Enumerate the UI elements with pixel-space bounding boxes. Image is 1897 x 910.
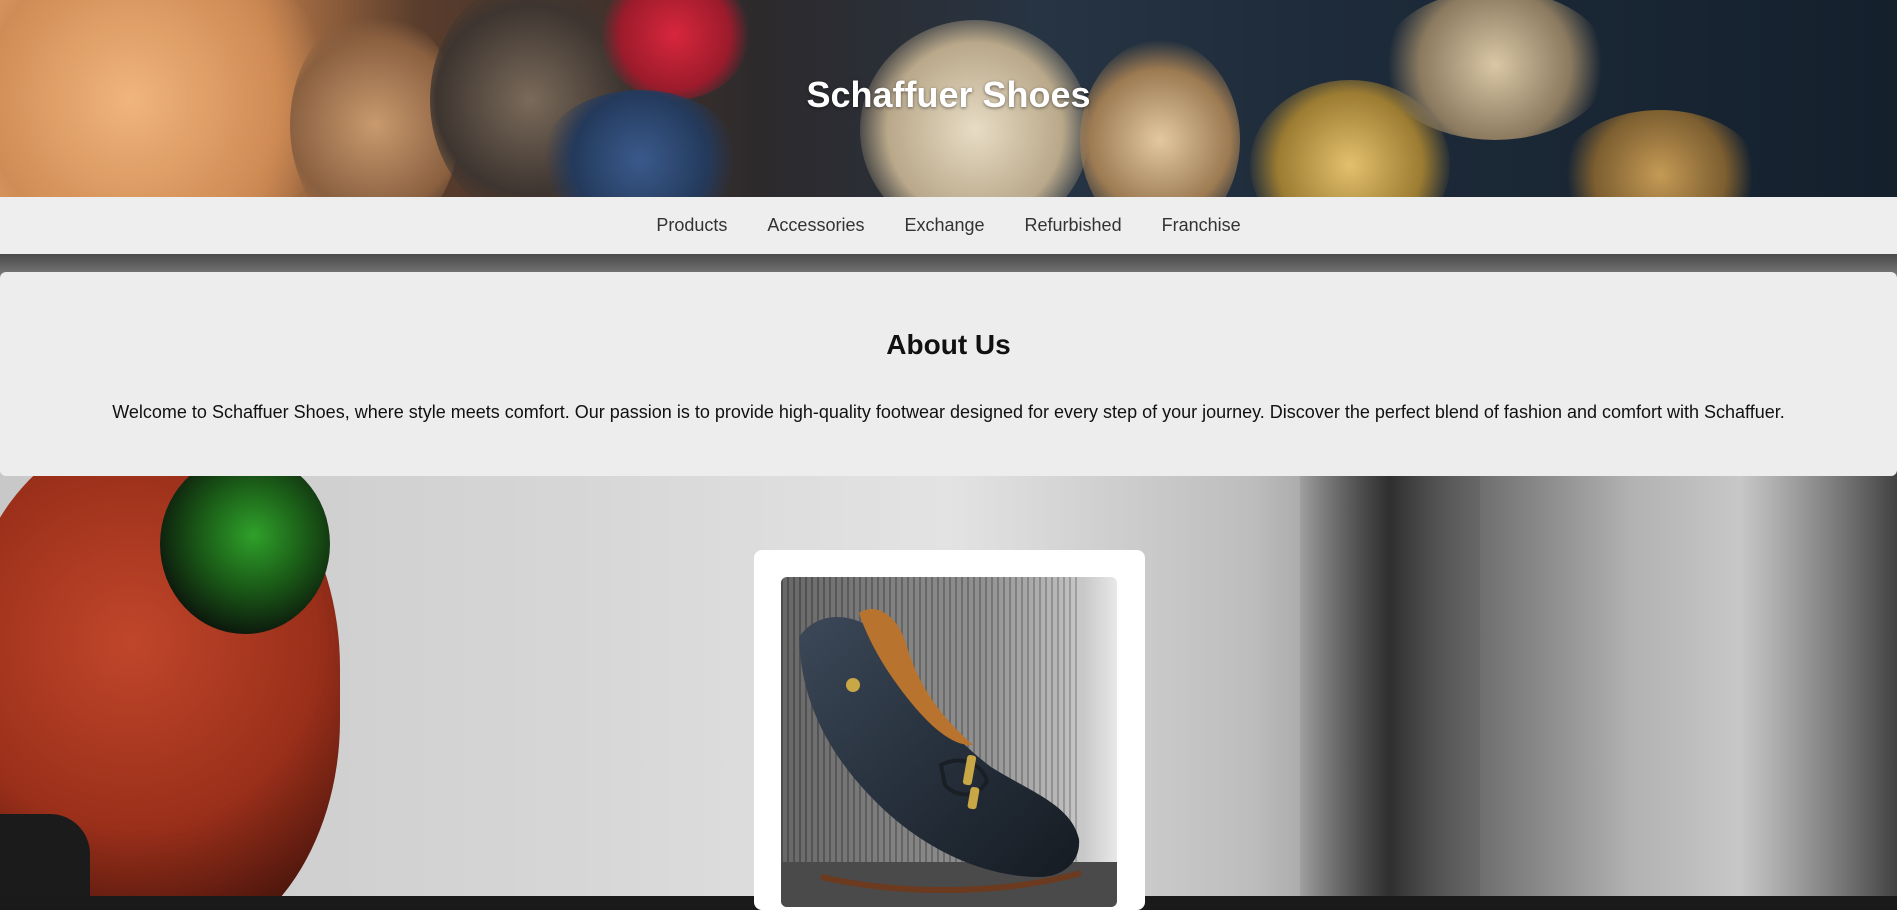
nav-franchise[interactable]: Franchise [1142,215,1261,236]
header-bg-shoe [1380,0,1610,140]
hero-header: Schaffuer Shoes [0,0,1897,197]
about-heading: About Us [886,329,1011,360]
header-bg-shoe [1560,110,1760,197]
nav-products[interactable]: Products [636,215,747,236]
bg-dark-right [1740,454,1897,896]
bg-dark-corner [0,814,90,896]
product-image[interactable] [781,577,1117,907]
about-text: Welcome to Schaffuer Shoes, where style … [112,402,1785,422]
nav-accessories[interactable]: Accessories [747,215,884,236]
product-card[interactable] [754,550,1145,910]
loafer-illustration [781,608,1117,907]
nav-exchange[interactable]: Exchange [884,215,1004,236]
bg-dark-stripe [1300,444,1480,896]
bg-green-lens [160,454,330,634]
site-title: Schaffuer Shoes [806,74,1091,115]
header-bg-shoe [1080,40,1240,197]
main-nav: Products Accessories Exchange Refurbishe… [0,197,1897,254]
about-section: About Us Welcome to Schaffuer Shoes, whe… [0,272,1897,476]
nav-refurbished[interactable]: Refurbished [1005,215,1142,236]
